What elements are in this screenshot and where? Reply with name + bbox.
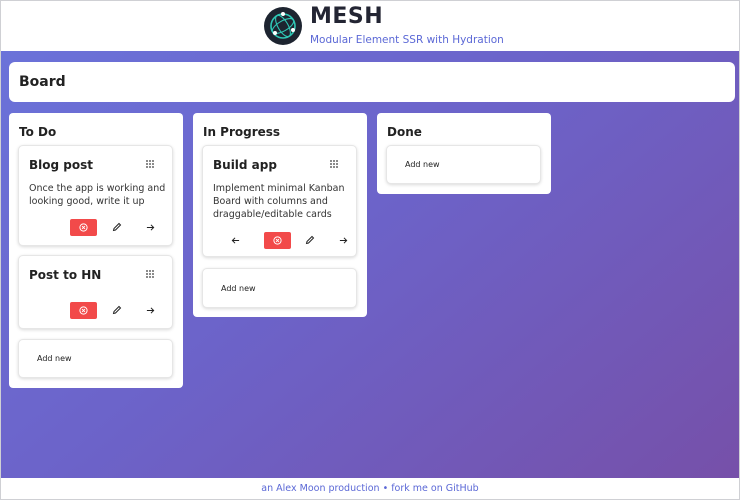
edit-icon <box>305 235 315 245</box>
footer-separator: • <box>382 483 389 494</box>
arrow-left-icon <box>231 236 239 244</box>
delete-icon <box>79 223 88 232</box>
column-done: Done Add new <box>377 113 551 194</box>
column-title: Done <box>387 125 422 139</box>
brand-title: MESH <box>310 4 384 29</box>
move-left-button[interactable] <box>228 233 242 247</box>
brand-subtitle: Modular Element SSR with Hydration <box>310 34 504 46</box>
add-new-card-button[interactable]: Add new <box>386 145 541 184</box>
app-header: MESH Modular Element SSR with Hydration <box>1 1 739 51</box>
grip-icon[interactable] <box>329 159 339 169</box>
arrow-right-icon <box>146 306 154 314</box>
card-blog-post[interactable]: Blog post Once the app is working and lo… <box>18 145 173 246</box>
move-right-button[interactable] <box>143 220 157 234</box>
edit-button[interactable] <box>110 220 124 234</box>
delete-button[interactable] <box>70 219 97 236</box>
author-link[interactable]: Alex Moon <box>276 483 325 494</box>
card-title: Blog post <box>29 158 93 172</box>
footer-prefix: an <box>261 483 274 494</box>
add-new-card-button[interactable]: Add new <box>202 268 357 308</box>
card-build-app[interactable]: Build app Implement minimal Kanban Board… <box>202 145 357 257</box>
add-new-label: Add new <box>405 160 440 169</box>
arrow-right-icon <box>146 223 154 231</box>
board-header: Board <box>9 62 735 102</box>
delete-icon <box>79 306 88 315</box>
card-post-to-hn[interactable]: Post to HN <box>18 255 173 329</box>
column-title: In Progress <box>203 125 281 139</box>
grip-icon[interactable] <box>145 269 155 279</box>
arrow-right-icon <box>339 236 347 244</box>
edit-button[interactable] <box>110 303 124 317</box>
delete-icon <box>273 236 282 245</box>
column-in-progress: In Progress Build app Implement minimal … <box>193 113 367 317</box>
add-new-card-button[interactable]: Add new <box>18 339 173 378</box>
edit-button[interactable] <box>303 233 317 247</box>
footer-production: production <box>328 483 380 494</box>
move-right-button[interactable] <box>143 303 157 317</box>
add-new-label: Add new <box>221 284 256 293</box>
move-right-button[interactable] <box>336 233 350 247</box>
board-area: Board To Do Blog post Once the app is wo… <box>1 51 739 478</box>
card-description: Once the app is working and looking good… <box>29 183 166 207</box>
board-title: Board <box>19 74 66 90</box>
footer: an Alex Moon production • fork me on Git… <box>1 478 739 499</box>
delete-button[interactable] <box>264 232 291 249</box>
column-title: To Do <box>19 125 57 139</box>
logo-icon[interactable] <box>264 7 302 45</box>
add-new-label: Add new <box>37 354 72 363</box>
grip-icon[interactable] <box>145 159 155 169</box>
github-link[interactable]: fork me on GitHub <box>391 483 478 494</box>
card-title: Post to HN <box>29 268 102 282</box>
card-description: Implement minimal Kanban Board with colu… <box>213 183 345 220</box>
delete-button[interactable] <box>70 302 97 319</box>
edit-icon <box>112 305 122 315</box>
edit-icon <box>112 222 122 232</box>
column-todo: To Do Blog post Once the app is working … <box>9 113 183 388</box>
card-title: Build app <box>213 158 277 172</box>
